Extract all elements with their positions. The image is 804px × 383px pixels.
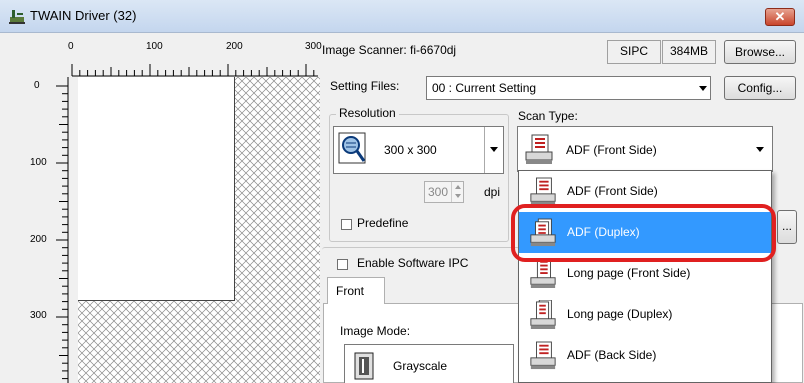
- window-title: TWAIN Driver (32): [30, 8, 137, 23]
- tab-front[interactable]: Front: [327, 277, 385, 304]
- long-page-scanner-icon: [530, 259, 556, 288]
- chevron-down-icon: [756, 147, 764, 152]
- grayscale-icon: [354, 352, 374, 380]
- scan-type-value: ADF (Front Side): [566, 143, 657, 157]
- setting-files-value: 00 : Current Setting: [432, 81, 537, 95]
- setting-files-combo[interactable]: 00 : Current Setting: [426, 76, 711, 100]
- horizontal-ruler: 0 100 200 300: [0, 33, 322, 83]
- predefine-checkbox[interactable]: [341, 219, 352, 230]
- close-button[interactable]: ✕: [765, 8, 795, 26]
- spin-up-icon: [455, 185, 461, 189]
- dropdown-item-label: ADF (Back Side): [567, 348, 657, 362]
- vertical-ruler: 0 100 200 300: [0, 77, 80, 383]
- long-page-duplex-icon: [530, 300, 556, 329]
- software-ipc-label: Enable Software IPC: [357, 256, 469, 270]
- software-ipc-checkbox[interactable]: [337, 259, 348, 270]
- setting-files-label: Setting Files:: [330, 79, 400, 93]
- more-button[interactable]: ...: [777, 210, 797, 244]
- resolution-combo[interactable]: 300 x 300: [333, 126, 504, 174]
- resolution-value: 300 x 300: [384, 143, 437, 157]
- scanner-app-icon: [8, 7, 26, 25]
- scan-type-dropdown-list: ADF (Front Side) ADF (Duplex) Long page …: [518, 170, 772, 383]
- dropdown-item-label: Long page (Front Side): [567, 266, 691, 280]
- scanner-icon: [525, 134, 553, 164]
- image-mode-combo[interactable]: Grayscale: [344, 344, 514, 383]
- resolution-group-label: Resolution: [336, 106, 399, 120]
- image-mode-label: Image Mode:: [340, 324, 411, 338]
- config-button[interactable]: Config...: [724, 76, 796, 100]
- dropdown-item-label: Long page (Duplex): [567, 307, 673, 321]
- chevron-down-icon: [699, 86, 707, 91]
- dropdown-item-long-duplex[interactable]: Long page (Duplex): [519, 294, 771, 335]
- resolution-spinner[interactable]: [451, 182, 464, 202]
- tab-front-label: Front: [336, 284, 365, 298]
- dpi-unit-label: dpi: [484, 185, 501, 199]
- scan-type-combo[interactable]: ADF (Front Side): [517, 126, 773, 172]
- custom-resolution-input[interactable]: 300: [424, 181, 464, 203]
- magnifier-icon: [338, 132, 366, 164]
- image-scanner-label: Image Scanner: fi-6670dj: [322, 43, 457, 57]
- image-mode-value: Grayscale: [393, 359, 448, 373]
- predefine-label: Predefine: [357, 216, 409, 230]
- dropdown-item-adf-back[interactable]: ADF (Back Side): [519, 335, 771, 376]
- sipc-indicator: SIPC: [607, 40, 661, 64]
- browse-button[interactable]: Browse...: [724, 40, 796, 64]
- scan-type-label: Scan Type:: [518, 109, 578, 123]
- spin-down-icon: [455, 194, 461, 198]
- back-side-scanner-icon: [530, 341, 556, 370]
- ruler-v-ticks: [56, 77, 69, 383]
- dropdown-item-label: ADF (Front Side): [567, 184, 658, 198]
- highlight-ring: [511, 204, 776, 262]
- scan-paper-preview[interactable]: [78, 77, 235, 301]
- ruler-h-ticks: [71, 64, 318, 77]
- chevron-down-icon: [490, 147, 498, 152]
- custom-resolution-value: 300: [428, 185, 449, 199]
- memory-indicator: 384MB: [662, 40, 716, 64]
- scanner-icon: [530, 177, 556, 206]
